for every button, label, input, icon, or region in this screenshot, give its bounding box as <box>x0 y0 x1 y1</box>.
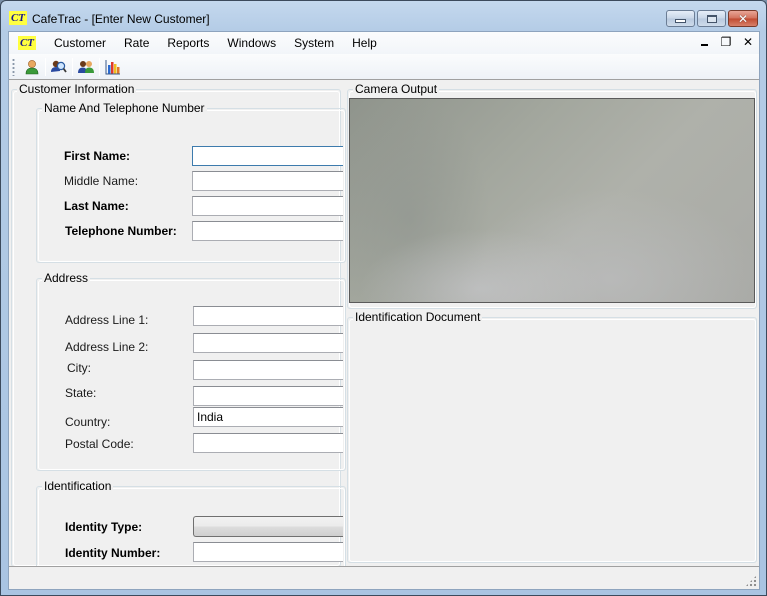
city-label: City: <box>67 361 91 375</box>
close-icon: ✕ <box>737 11 749 26</box>
telephone-number-label: Telephone Number: <box>65 224 177 238</box>
maximize-icon <box>706 14 717 23</box>
minimize-icon <box>675 19 686 23</box>
mdi-minimize-button[interactable] <box>697 35 711 49</box>
postal-code-label: Postal Code: <box>65 437 134 451</box>
mdi-child-icon[interactable]: CT <box>18 36 36 50</box>
menu-windows[interactable]: Windows <box>218 32 285 54</box>
new-customer-button[interactable] <box>21 56 43 78</box>
name-telephone-title: Name And Telephone Number <box>42 101 207 115</box>
first-name-label: First Name: <box>64 149 131 163</box>
mdi-restore-button[interactable]: ❐ <box>719 35 733 49</box>
mdi-client: CT Customer Rate Reports Windows System … <box>8 31 760 590</box>
first-name-input[interactable] <box>192 146 343 166</box>
middle-name-label: Middle Name: <box>64 174 139 188</box>
id-document-group: Identification Document <box>347 310 757 563</box>
telephone-number-input[interactable] <box>192 221 343 241</box>
customer-info-title: Customer Information <box>17 82 137 96</box>
menu-bar: CT Customer Rate Reports Windows System … <box>9 32 759 54</box>
last-name-input[interactable] <box>192 196 343 216</box>
maximize-button[interactable] <box>697 10 726 27</box>
mdi-close-button[interactable]: ✕ <box>741 35 755 49</box>
enter-customer-form: Customer Information Name And Telephone … <box>9 81 759 571</box>
toolbar-separator <box>45 57 46 76</box>
menu-customer[interactable]: Customer <box>45 32 115 54</box>
menu-reports[interactable]: Reports <box>158 32 218 54</box>
last-name-label: Last Name: <box>64 199 129 213</box>
minimize-icon <box>700 44 708 46</box>
state-label: State: <box>65 386 97 400</box>
user-icon <box>25 59 39 74</box>
address-line1-input[interactable] <box>193 306 343 326</box>
bar-chart-icon <box>105 59 120 74</box>
app-logo-icon: CT <box>9 11 27 25</box>
status-bar <box>9 566 759 589</box>
identification-title: Identification <box>42 479 114 493</box>
postal-code-input[interactable] <box>193 433 343 453</box>
menu-rate[interactable]: Rate <box>115 32 158 54</box>
address-line2-label: Address Line 2: <box>65 340 149 354</box>
toolbar-grip[interactable] <box>12 57 15 76</box>
identity-number-label: Identity Number: <box>65 546 161 560</box>
search-customer-button[interactable] <box>48 56 70 78</box>
users-icon <box>78 60 94 73</box>
toolbar <box>9 54 759 80</box>
close-icon: ✕ <box>742 35 754 49</box>
state-input[interactable] <box>193 386 343 406</box>
city-input[interactable] <box>193 360 343 380</box>
customers-list-button[interactable] <box>75 56 97 78</box>
camera-preview <box>349 98 755 303</box>
identity-number-input[interactable] <box>193 542 343 562</box>
toolbar-separator <box>99 57 100 76</box>
user-search-icon <box>51 60 67 73</box>
title-bar[interactable]: CT CafeTrac - [Enter New Customer] ✕ <box>1 1 766 31</box>
minimize-button[interactable] <box>666 10 695 27</box>
window-title: CafeTrac - [Enter New Customer] <box>32 12 210 26</box>
identity-type-label: Identity Type: <box>65 520 143 534</box>
camera-output-title: Camera Output <box>353 82 440 96</box>
country-input[interactable] <box>193 407 343 427</box>
middle-name-input[interactable] <box>192 171 343 191</box>
toolbar-separator <box>72 57 73 76</box>
menu-system[interactable]: System <box>285 32 343 54</box>
menu-help[interactable]: Help <box>343 32 386 54</box>
address-line1-label: Address Line 1: <box>65 313 149 327</box>
reports-button[interactable] <box>102 56 124 78</box>
close-button[interactable]: ✕ <box>728 10 758 27</box>
address-title: Address <box>42 271 91 285</box>
address-line2-input[interactable] <box>193 333 343 353</box>
id-document-title: Identification Document <box>353 310 483 324</box>
country-label: Country: <box>65 415 111 429</box>
main-window: CT CafeTrac - [Enter New Customer] ✕ CT … <box>0 0 767 596</box>
resize-grip[interactable] <box>745 575 757 587</box>
identity-type-select[interactable] <box>193 516 343 537</box>
restore-icon: ❐ <box>720 35 732 49</box>
